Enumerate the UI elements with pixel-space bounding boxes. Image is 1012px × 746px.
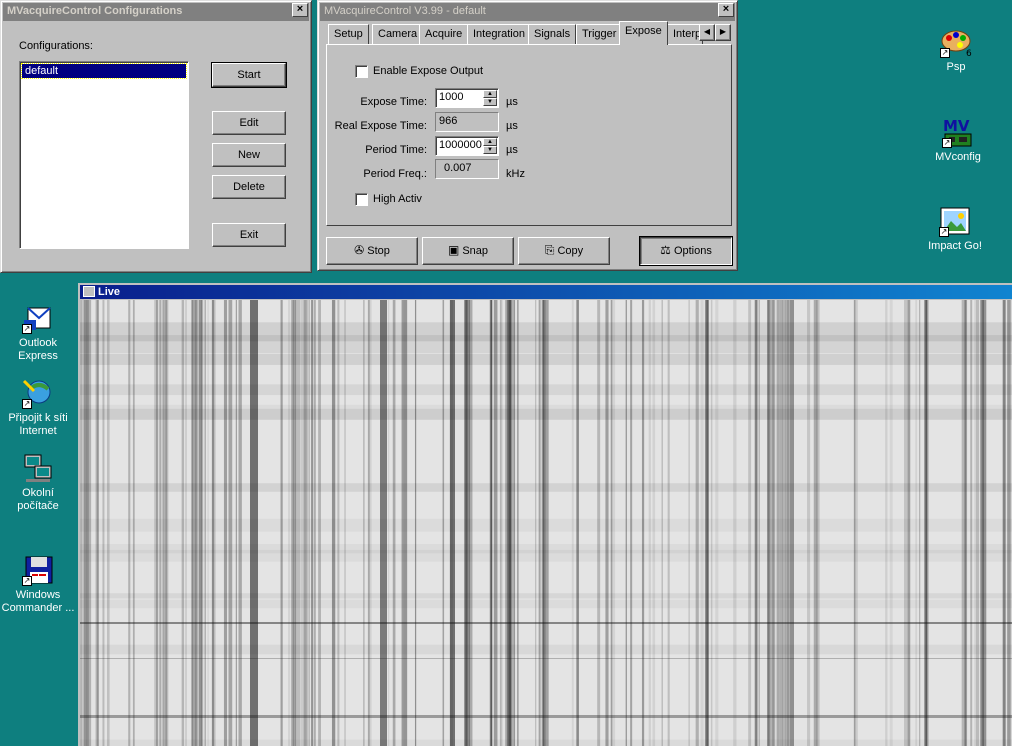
period-freq-label: Period Freq.: bbox=[363, 168, 427, 180]
live-window-icon bbox=[83, 286, 95, 297]
pripojit-label-1: Připojit k síti bbox=[8, 412, 68, 424]
period-time-label: Period Time: bbox=[365, 144, 427, 156]
camera-stop-icon: ✇ bbox=[354, 243, 365, 257]
tab-setup[interactable]: Setup bbox=[328, 24, 369, 44]
svg-text:MV: MV bbox=[943, 117, 970, 135]
snap-button[interactable]: ▣ Snap bbox=[422, 237, 514, 265]
expose-time-unit: µs bbox=[506, 96, 518, 108]
okolni-label-2: počítače bbox=[17, 500, 59, 512]
live-spectrum-image[interactable] bbox=[80, 300, 1012, 746]
copy-icon: ⎘ bbox=[544, 243, 555, 257]
start-button[interactable]: Start bbox=[211, 62, 287, 88]
wincmd-label-1: Windows bbox=[15, 589, 61, 601]
mv-board-icon: MV ↗ bbox=[942, 117, 972, 148]
tab-signals[interactable]: Signals bbox=[528, 24, 577, 44]
options-icon: ⚖ bbox=[660, 243, 671, 257]
floppy-disk-icon: ↗ bbox=[22, 554, 54, 586]
enable-expose-output-label: Enable Expose Output bbox=[373, 65, 484, 77]
mvconfig-label: MVconfig bbox=[935, 151, 981, 163]
exit-button[interactable]: Exit bbox=[212, 223, 286, 247]
main-close-button[interactable]: × bbox=[718, 3, 734, 17]
tab-integration[interactable]: Integration bbox=[467, 24, 531, 44]
real-expose-time-label: Real Expose Time: bbox=[334, 120, 427, 132]
options-button[interactable]: ⚖ Options bbox=[639, 236, 733, 266]
main-window: MVacquireControl V3.99 - default × Setup… bbox=[317, 0, 738, 271]
impact-desktop-icon[interactable]: ↗ Impact Go! bbox=[917, 205, 993, 253]
list-item-default[interactable]: default bbox=[21, 63, 187, 79]
pripojit-label-2: Internet bbox=[19, 425, 57, 437]
configurations-label: Configurations: bbox=[19, 40, 93, 52]
enable-expose-output-checkbox[interactable] bbox=[355, 65, 368, 78]
real-expose-time-unit: µs bbox=[506, 120, 518, 132]
new-button[interactable]: New bbox=[212, 143, 286, 167]
mail-icon: ↗ bbox=[22, 302, 54, 334]
okolni-label-1: Okolní bbox=[22, 487, 54, 499]
stop-button[interactable]: ✇ Stop bbox=[326, 237, 418, 265]
high-activ-label: High Activ bbox=[373, 193, 422, 205]
copy-button[interactable]: ⎘ Copy bbox=[518, 237, 610, 265]
svg-text:6: 6 bbox=[966, 49, 972, 58]
tab-scroll-left[interactable]: ◀ bbox=[699, 24, 715, 41]
period-freq-value: 0.007 bbox=[435, 159, 499, 179]
period-time-spinner[interactable]: ▲ ▼ bbox=[483, 138, 497, 154]
tab-trigger[interactable]: Trigger bbox=[576, 24, 623, 44]
wincmd-desktop-icon[interactable]: ↗ Windows Commander ... bbox=[0, 554, 76, 615]
real-expose-time-value: 966 bbox=[435, 112, 499, 132]
outlook-label-1: Outlook bbox=[19, 337, 57, 349]
period-time-input[interactable]: 1000000 ▲ ▼ bbox=[435, 136, 499, 156]
camera-snap-icon: ▣ bbox=[447, 243, 460, 257]
okolni-desktop-icon[interactable]: Okolní počítače bbox=[0, 452, 76, 513]
mvconfig-desktop-icon[interactable]: MV ↗ MVconfig bbox=[920, 116, 996, 164]
high-activ-checkbox[interactable] bbox=[355, 193, 368, 206]
network-computers-icon bbox=[22, 452, 54, 484]
psp-label: Psp bbox=[946, 61, 966, 73]
outlook-desktop-icon[interactable]: ↗ Outlook Express bbox=[0, 302, 76, 363]
expose-time-input[interactable]: 1000 ▲ ▼ bbox=[435, 88, 499, 108]
edit-button[interactable]: Edit bbox=[212, 111, 286, 135]
period-time-unit: µs bbox=[506, 144, 518, 156]
wincmd-label-2: Commander ... bbox=[1, 602, 75, 614]
expose-time-label: Expose Time: bbox=[360, 96, 427, 108]
config-window-title: MVacquireControl Configurations bbox=[3, 3, 309, 21]
psp-desktop-icon[interactable]: 6 ↗ Psp bbox=[918, 26, 994, 74]
period-freq-unit: kHz bbox=[506, 168, 525, 180]
pripojit-desktop-icon[interactable]: ↗ Připojit k síti Internet bbox=[0, 377, 76, 438]
config-window: MVacquireControl Configurations × Config… bbox=[0, 0, 312, 273]
tab-acquire[interactable]: Acquire bbox=[419, 24, 469, 44]
tab-interp[interactable]: Interp bbox=[667, 24, 703, 44]
config-close-button[interactable]: × bbox=[292, 3, 308, 17]
tab-scroll-right[interactable]: ▶ bbox=[715, 24, 731, 41]
outlook-label-2: Express bbox=[18, 350, 58, 362]
palette-icon: 6 ↗ bbox=[940, 26, 972, 59]
internet-connect-icon: ↗ bbox=[22, 377, 54, 409]
picture-icon: ↗ bbox=[939, 205, 971, 237]
delete-button[interactable]: Delete bbox=[212, 175, 286, 199]
tab-camera[interactable]: Camera bbox=[372, 24, 424, 44]
impact-label: Impact Go! bbox=[928, 240, 982, 252]
tab-expose[interactable]: Expose bbox=[619, 21, 668, 45]
main-window-title: MVacquireControl V3.99 - default bbox=[320, 3, 735, 21]
configurations-list[interactable]: default bbox=[19, 61, 189, 249]
live-window-title: Live bbox=[80, 285, 1012, 299]
live-window: Live bbox=[78, 283, 1012, 746]
expose-time-spinner[interactable]: ▲ ▼ bbox=[483, 90, 497, 106]
